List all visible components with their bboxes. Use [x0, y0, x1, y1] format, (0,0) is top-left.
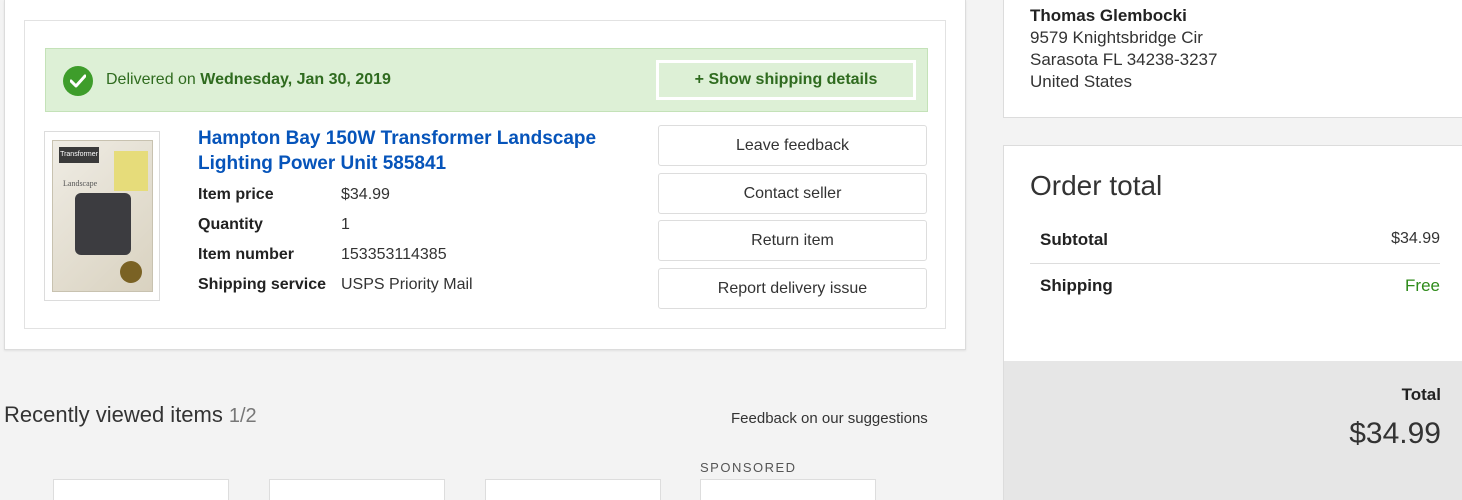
delivered-date: Wednesday, Jan 30, 2019 — [200, 71, 391, 88]
detail-value: 1 — [341, 216, 350, 233]
total-section: Total $34.99 — [1004, 361, 1462, 500]
subtotal-label: Subtotal — [1040, 230, 1108, 249]
detail-value: USPS Priority Mail — [341, 276, 473, 293]
product-label-text: Landscape — [63, 179, 98, 188]
shipping-row: Shipping Free — [1030, 264, 1440, 310]
return-item-button[interactable]: Return item — [658, 220, 927, 261]
detail-value: $34.99 — [341, 186, 390, 203]
recently-viewed-count: 1/2 — [228, 405, 257, 427]
delivery-status-text: Delivered on Wednesday, Jan 30, 2019 — [106, 71, 391, 89]
report-delivery-issue-button[interactable]: Report delivery issue — [658, 268, 927, 309]
shipping-address-card: Thomas Glembocki 9579 Knightsbridge Cir … — [1003, 0, 1462, 118]
detail-label: Quantity — [198, 216, 263, 233]
recently-viewed-heading: Recently viewed items 1/2 — [4, 402, 257, 428]
delivery-status-banner: Delivered on Wednesday, Jan 30, 2019 + S… — [45, 48, 928, 112]
product-tag — [114, 151, 148, 191]
order-item-panel: Delivered on Wednesday, Jan 30, 2019 + S… — [24, 20, 946, 329]
order-total-card: Order total Subtotal $34.99 Shipping Fre… — [1003, 145, 1462, 500]
contact-seller-button[interactable]: Contact seller — [658, 173, 927, 214]
detail-label: Shipping service — [198, 276, 327, 293]
address-city: Sarasota FL 34238-3237 — [1030, 50, 1218, 69]
subtotal-value: $34.99 — [1391, 230, 1440, 247]
product-brand-text: Transformer — [59, 147, 99, 163]
product-image: Transformer Landscape — [52, 140, 153, 292]
show-shipping-details-button[interactable]: + Show shipping details — [656, 60, 916, 100]
product-device — [75, 193, 131, 255]
address-country: United States — [1030, 72, 1133, 91]
delivered-prefix: Delivered on — [106, 71, 196, 88]
detail-value: 153353114385 — [341, 246, 447, 263]
recent-item-card[interactable] — [53, 479, 229, 500]
recent-item-card[interactable] — [485, 479, 661, 500]
order-total-title: Order total — [1030, 170, 1163, 201]
shipping-label: Shipping — [1040, 276, 1113, 295]
recently-viewed-title: Recently viewed items — [4, 402, 223, 427]
detail-label: Item number — [198, 246, 295, 263]
item-title-link[interactable]: Hampton Bay 150W Transformer Landscape L… — [198, 126, 638, 176]
sponsored-label: SPONSORED — [700, 460, 797, 475]
subtotal-row: Subtotal $34.99 — [1030, 218, 1440, 264]
recent-item-card[interactable] — [700, 479, 876, 500]
address-street: 9579 Knightsbridge Cir — [1030, 28, 1203, 47]
total-value: $34.99 — [1349, 417, 1441, 450]
detail-label: Item price — [198, 186, 274, 203]
item-thumbnail[interactable]: Transformer Landscape — [44, 131, 160, 301]
product-stamp — [120, 261, 142, 283]
leave-feedback-button[interactable]: Leave feedback — [658, 125, 927, 166]
feedback-suggestions-link[interactable]: Feedback on our suggestions — [731, 410, 928, 427]
shipping-value: Free — [1405, 276, 1440, 295]
order-details-card: Delivered on Wednesday, Jan 30, 2019 + S… — [4, 0, 966, 350]
check-circle-icon — [63, 66, 93, 96]
recent-item-card[interactable] — [269, 479, 445, 500]
total-label: Total — [1401, 385, 1441, 404]
address-name: Thomas Glembocki — [1030, 6, 1187, 25]
